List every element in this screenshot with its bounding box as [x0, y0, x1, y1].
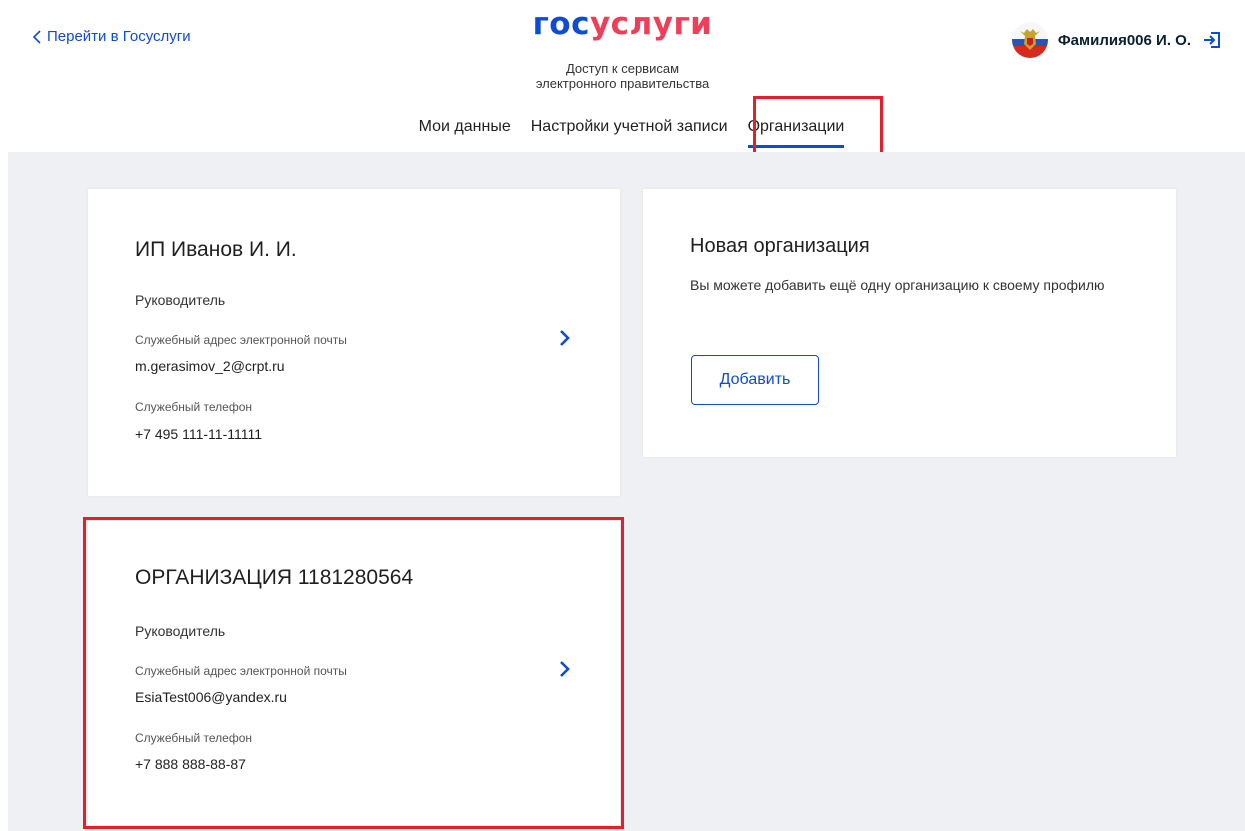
user-menu[interactable]: Фамилия006 И. О.	[1011, 22, 1223, 58]
organization-role: Руководитель	[135, 292, 226, 308]
phone-label: Служебный телефон	[135, 400, 253, 414]
chevron-right-icon[interactable]	[559, 329, 571, 347]
organization-phone: +7 495 111-11-11111	[135, 426, 263, 442]
add-organization-button[interactable]: Добавить	[691, 355, 819, 405]
organization-card[interactable]: ИП Иванов И. И. Руководитель Служебный а…	[88, 189, 620, 496]
organization-email: m.gerasimov_2@crpt.ru	[135, 358, 285, 374]
user-name[interactable]: Фамилия006 И. О.	[1058, 32, 1191, 49]
coat-of-arms-icon	[1011, 22, 1048, 58]
header-subtitle: Доступ к сервисам электронного правитель…	[535, 61, 710, 91]
tab-my-data[interactable]: Мои данные	[409, 118, 521, 148]
new-organization-card: Новая организация Вы можете добавить ещё…	[643, 189, 1176, 457]
tabs-nav: Мои данные Настройки учетной записи Орга…	[0, 118, 1245, 148]
header: Перейти в Госуслуги госуслуги Доступ к с…	[0, 0, 1245, 152]
organization-title: ИП Иванов И. И.	[135, 238, 297, 261]
new-organization-title: Новая организация	[690, 235, 870, 257]
tab-highlight-frame	[753, 96, 883, 160]
organization-highlight-frame	[83, 517, 624, 829]
tab-account-settings[interactable]: Настройки учетной записи	[521, 118, 738, 148]
logout-icon[interactable]	[1201, 29, 1223, 51]
email-label: Служебный адрес электронной почты	[135, 333, 347, 347]
new-organization-description: Вы можете добавить ещё одну организацию …	[690, 277, 1105, 293]
